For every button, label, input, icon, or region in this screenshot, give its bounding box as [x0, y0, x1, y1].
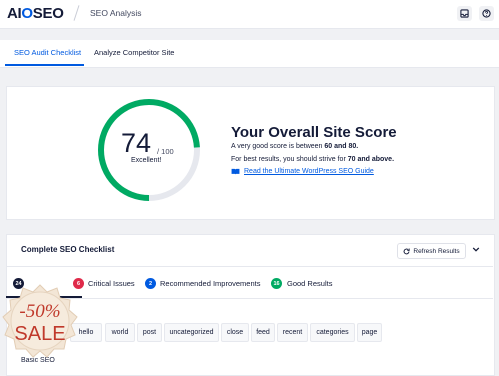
keyword-chip: uncategorized [164, 323, 219, 342]
keyword-chip: recent [277, 323, 308, 342]
tab-analyze-competitor-site[interactable]: Analyze Competitor Site [94, 48, 174, 57]
keyword-chip: categories [310, 323, 355, 342]
score-range-text: A very good score is between 60 and 80. [231, 143, 359, 150]
tab-critical-issues[interactable]: Critical Issues [88, 279, 135, 288]
score-title: Your Overall Site Score [231, 124, 397, 141]
aioseo-logo[interactable]: AIOSEO [7, 5, 64, 22]
book-icon [231, 168, 240, 175]
seo-guide-link-label: Read the Ultimate WordPress SEO Guide [244, 168, 374, 175]
refresh-results-label: Refresh Results [413, 247, 460, 255]
good-results-count-badge: 16 [271, 278, 282, 289]
active-tab-indicator [5, 64, 84, 66]
inbox-icon [460, 9, 469, 18]
score-target-text: For best results, you should strive for … [231, 156, 395, 163]
score-max: / 100 [157, 147, 174, 156]
keyword-chip: close [221, 323, 249, 342]
keyword-chip: post [137, 323, 162, 342]
top-bar: AIOSEO SEO Analysis [0, 0, 499, 29]
score-grade: Excellent! [131, 157, 162, 164]
recommended-improvements-count-badge: 2 [145, 278, 156, 289]
score-value: 74 [121, 128, 152, 158]
keyword-chip: page [357, 323, 382, 342]
inbox-button[interactable] [457, 6, 472, 21]
tab-seo-audit-checklist[interactable]: SEO Audit Checklist [14, 48, 81, 57]
keyword-chip: world [105, 323, 135, 342]
status-tabs-divider [6, 298, 493, 299]
seo-guide-link[interactable]: Read the Ultimate WordPress SEO Guide [231, 168, 374, 175]
tab-good-results[interactable]: Good Results [287, 279, 332, 288]
help-button[interactable] [479, 6, 494, 21]
checklist-divider [6, 266, 493, 267]
sale-label: SALE [14, 323, 65, 345]
refresh-icon [404, 248, 410, 254]
sale-badge: -50% SALE [2, 284, 78, 358]
site-score-card [6, 86, 495, 220]
chevron-down-icon[interactable] [472, 246, 480, 253]
breadcrumb: SEO Analysis [90, 8, 142, 18]
sale-discount: -50% [19, 301, 60, 322]
help-icon [482, 9, 491, 18]
keyword-chip: feed [251, 323, 275, 342]
refresh-results-button[interactable]: Refresh Results [397, 243, 466, 259]
tab-recommended-improvements[interactable]: Recommended Improvements [160, 279, 260, 288]
checklist-title: Complete SEO Checklist [21, 245, 115, 254]
breadcrumb-divider [73, 5, 80, 21]
